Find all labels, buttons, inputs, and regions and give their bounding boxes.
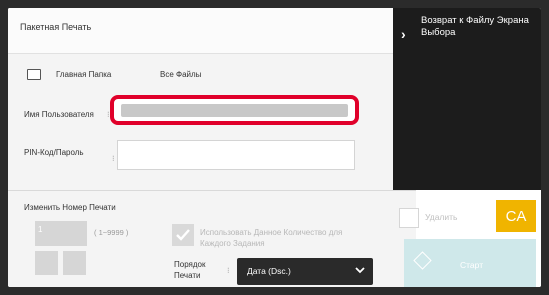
copies-field[interactable]: 1	[35, 221, 87, 246]
pin-required-mark: ⁝	[112, 154, 115, 163]
use-count-checkbox[interactable]	[172, 224, 194, 246]
check-icon	[176, 229, 190, 241]
section-divider	[8, 190, 416, 191]
order-required-mark: ⁝	[227, 266, 230, 275]
ca-button[interactable]: CA	[496, 200, 536, 232]
pin-input[interactable]	[117, 140, 355, 170]
user-name-input[interactable]	[121, 104, 348, 117]
copies-value: 1	[38, 225, 43, 234]
delete-label: Удалить	[425, 212, 458, 222]
copies-decrement-button[interactable]	[35, 251, 58, 275]
chevron-down-icon	[355, 267, 365, 274]
delete-checkbox[interactable]	[399, 208, 419, 228]
start-label: Старт	[460, 260, 484, 270]
file-filter-label: Все Файлы	[160, 70, 202, 79]
print-order-value: Дата (Dsc.)	[247, 266, 291, 276]
page-title: Пакетная Печать	[20, 22, 92, 32]
user-name-label: Имя Пользователя	[24, 110, 94, 119]
print-order-label: Порядок Печати	[174, 260, 206, 280]
return-panel[interactable]: › Возврат к Файлу Экрана Выбора	[393, 8, 541, 190]
copies-increment-button[interactable]	[63, 251, 86, 275]
folder-label[interactable]: Главная Папка	[56, 70, 111, 79]
ca-label: CA	[505, 208, 527, 225]
copies-range: ( 1~9999 )	[94, 228, 129, 237]
pin-label: PIN-Код/Пароль	[24, 148, 84, 157]
folder-icon[interactable]	[27, 69, 41, 80]
chevron-right-icon: ›	[401, 26, 406, 42]
main-panel: Пакетная Печать Главная Папка Все Файлы …	[8, 8, 416, 287]
use-count-label: Использовать Данное Количество для Каждо…	[200, 228, 343, 248]
return-to-file-list-link[interactable]: Возврат к Файлу Экрана Выбора	[421, 15, 531, 39]
start-button[interactable]: Старт	[404, 239, 536, 287]
start-diamond-icon	[413, 251, 432, 270]
print-order-select[interactable]: Дата (Dsc.)	[237, 258, 373, 285]
change-copies-label: Изменить Номер Печати	[24, 203, 116, 212]
user-name-highlight	[110, 95, 359, 125]
